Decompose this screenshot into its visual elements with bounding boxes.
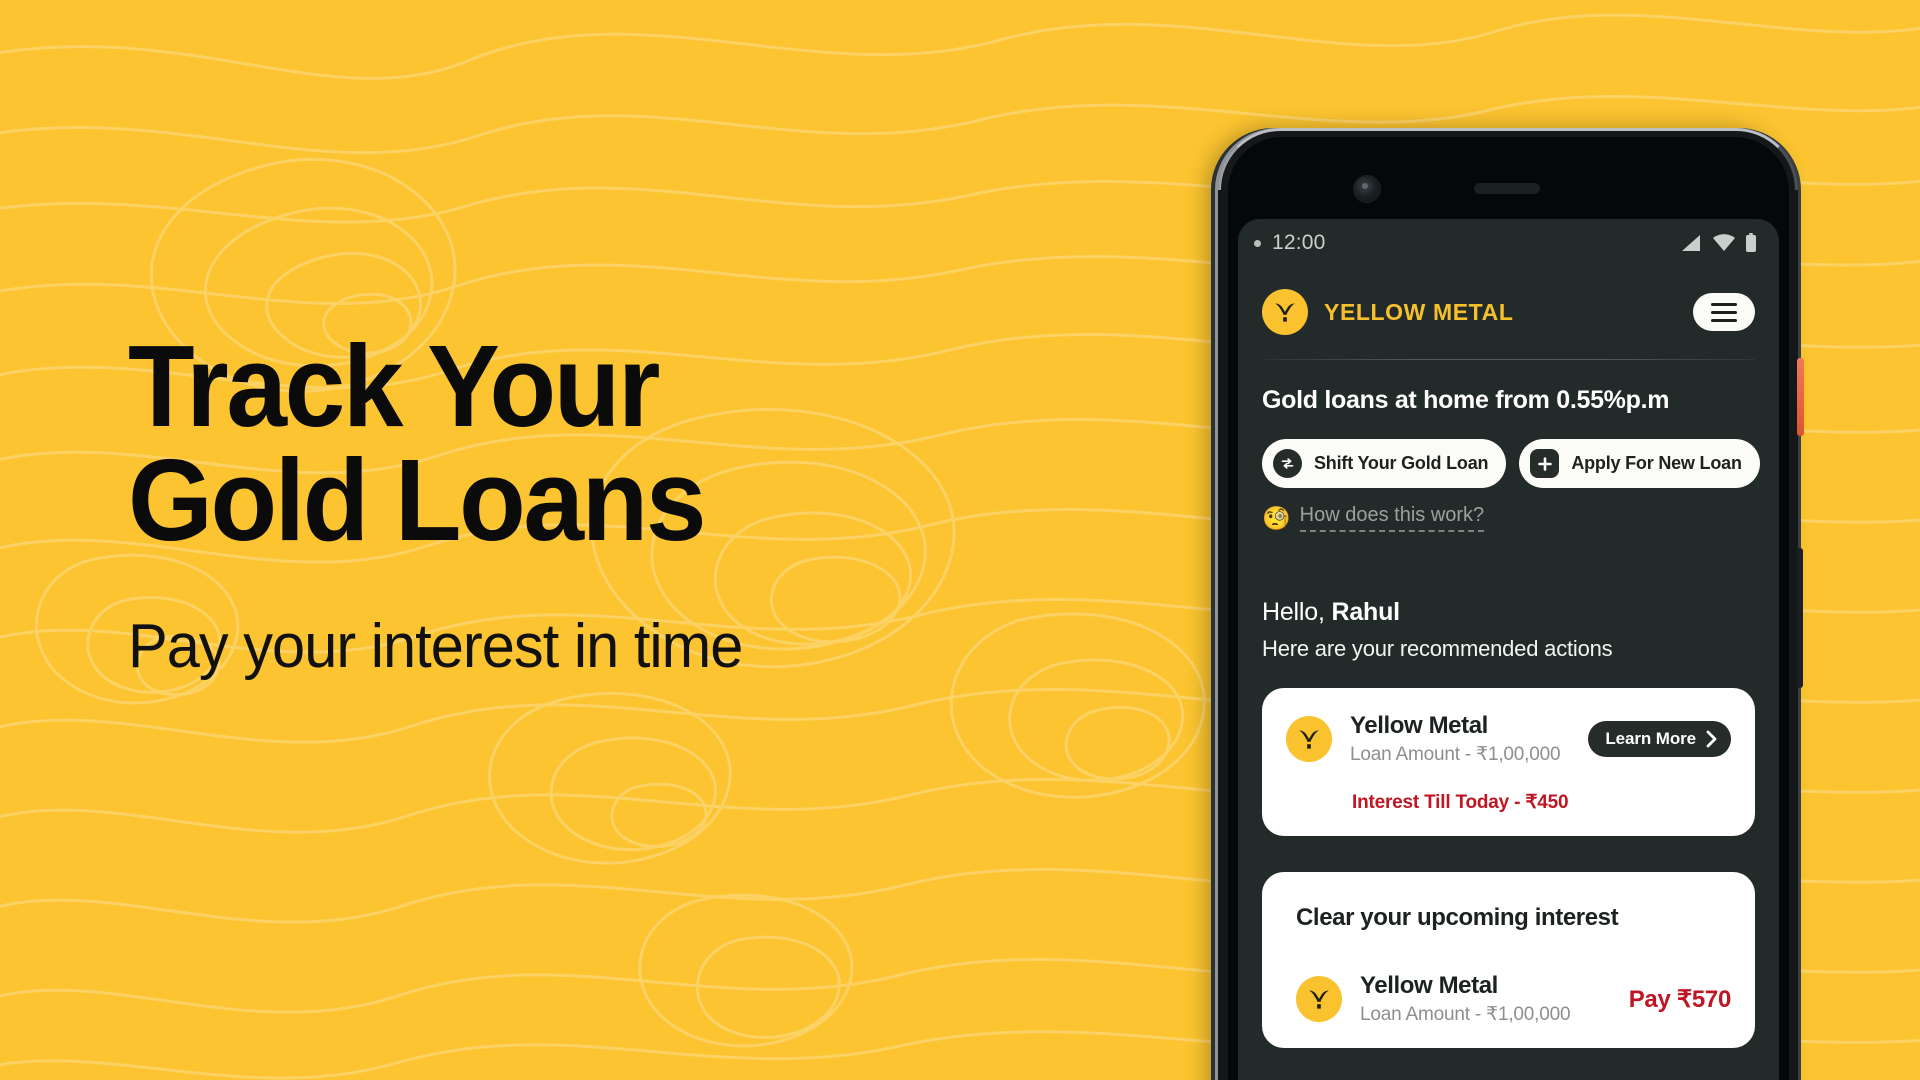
promo-section: Gold loans at home from 0.55%p.m Shift Y…	[1238, 360, 1779, 532]
greeting-section: Hello, Rahul Here are your recommended a…	[1238, 532, 1779, 662]
hamburger-menu-icon[interactable]	[1693, 293, 1755, 331]
how-does-this-work-link[interactable]: 🧐 How does this work?	[1262, 504, 1755, 532]
greeting-line: Hello, Rahul	[1262, 598, 1755, 627]
wifi-icon	[1713, 234, 1735, 251]
loan-texts: Yellow Metal Loan Amount - ₹1,00,000	[1350, 712, 1561, 766]
interest-till-today: Interest Till Today - ₹450	[1352, 792, 1569, 813]
front-camera-icon	[1354, 176, 1380, 202]
apply-new-loan-button[interactable]: Apply For New Loan	[1519, 439, 1760, 488]
app-header: YELLOW METAL	[1238, 267, 1779, 335]
shift-gold-loan-label: Shift Your Gold Loan	[1314, 453, 1489, 473]
promo-buttons: Shift Your Gold Loan Apply For New Loan	[1262, 439, 1760, 488]
menu-bar	[1711, 302, 1737, 306]
learn-more-label: Learn More	[1605, 729, 1696, 748]
loan-amount: Loan Amount - ₹1,00,000	[1350, 744, 1561, 765]
greeting-subtitle: Here are your recommended actions	[1262, 636, 1613, 661]
loan-title: Yellow Metal	[1360, 972, 1498, 999]
how-does-this-work-label: How does this work?	[1299, 504, 1485, 532]
promo-headline: Gold loans at home from 0.55%p.m	[1262, 386, 1670, 414]
loan-row: Yellow Metal Loan Amount - ₹1,00,000 Lea…	[1286, 712, 1731, 766]
user-name: Rahul	[1331, 598, 1400, 626]
loan-row: Yellow Metal Loan Amount - ₹1,00,000 Pay…	[1286, 972, 1731, 1026]
earpiece-speaker-icon	[1474, 183, 1540, 194]
shift-gold-loan-button[interactable]: Shift Your Gold Loan	[1262, 439, 1507, 488]
app-screen: 12:00 YELLOW METAL Gold loans at home fr…	[1238, 219, 1779, 1080]
phone-mockup: 12:00 YELLOW METAL Gold loans at home fr…	[1218, 128, 1804, 1080]
loan-amount: Loan Amount - ₹1,00,000	[1360, 1004, 1571, 1025]
power-button[interactable]	[1797, 358, 1804, 436]
loan-texts: Yellow Metal Loan Amount - ₹1,00,000	[1360, 972, 1571, 1026]
notification-dot-icon	[1254, 239, 1261, 247]
greeting-prefix: Hello,	[1262, 598, 1332, 626]
menu-bar	[1711, 318, 1737, 322]
status-bar-time: 12:00	[1272, 231, 1326, 254]
yellow-metal-logo-icon	[1286, 716, 1332, 762]
plus-icon	[1530, 449, 1560, 478]
hero-copy: Track Your Gold Loans Pay your interest …	[128, 321, 1028, 682]
signal-icon	[1682, 235, 1700, 251]
page-subtitle: Pay your interest in time	[128, 612, 743, 682]
phone-screen-bezel: 12:00 YELLOW METAL Gold loans at home fr…	[1228, 137, 1789, 1080]
yellow-metal-logo-icon	[1296, 976, 1342, 1022]
learn-more-button[interactable]: Learn More	[1588, 721, 1731, 757]
volume-rocker[interactable]	[1797, 548, 1803, 688]
battery-icon	[1746, 233, 1756, 252]
brand-name: YELLOW METAL	[1324, 298, 1514, 325]
recommended-action-card: Yellow Metal Loan Amount - ₹1,00,000 Lea…	[1262, 688, 1755, 836]
monocle-face-icon: 🧐	[1262, 504, 1291, 531]
chevron-right-icon	[1706, 730, 1717, 748]
transfer-arrows-icon	[1273, 449, 1302, 478]
apply-new-loan-label: Apply For New Loan	[1571, 453, 1742, 473]
pay-button[interactable]: Pay ₹570	[1629, 985, 1732, 1014]
yellow-metal-logo-icon	[1262, 289, 1308, 335]
cards-list: Yellow Metal Loan Amount - ₹1,00,000 Lea…	[1238, 662, 1779, 1048]
status-bar: 12:00	[1238, 219, 1779, 267]
upcoming-interest-card: Clear your upcoming interest Yellow Meta…	[1262, 872, 1755, 1048]
loan-title: Yellow Metal	[1350, 712, 1488, 739]
status-bar-icons	[1681, 233, 1757, 253]
page-title: Track Your Gold Loans	[128, 321, 707, 565]
card-heading: Clear your upcoming interest	[1296, 904, 1619, 931]
menu-bar	[1711, 310, 1737, 314]
